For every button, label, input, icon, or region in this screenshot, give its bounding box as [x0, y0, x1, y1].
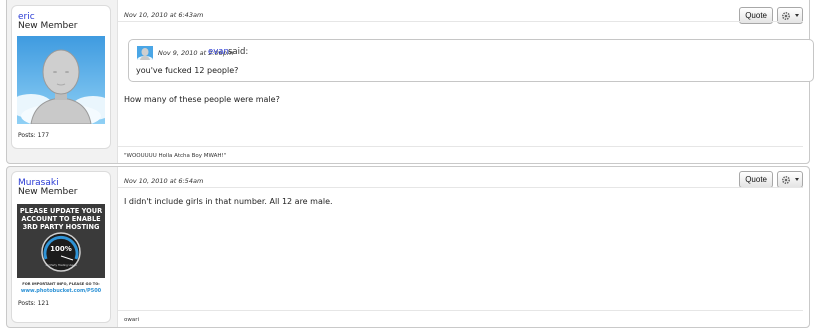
banner-line-3: 3RD PARTY HOSTING: [23, 223, 100, 231]
post-options-button[interactable]: [777, 171, 803, 188]
post-date: Nov 10, 2010 at 6:43am: [124, 11, 204, 19]
post-signature: owari: [124, 317, 140, 323]
post-content: Nov 10, 2010 at 6:43am Quote Nov 9, 2010…: [117, 0, 814, 163]
divider: [118, 21, 803, 22]
divider: [118, 187, 803, 188]
banner-line-2: ACCOUNT TO ENABLE: [21, 215, 101, 223]
post-date: Nov 10, 2010 at 6:54am: [124, 177, 204, 185]
user-info: eric New Member Posts: 177: [11, 5, 111, 149]
quote-avatar-icon: [137, 46, 153, 60]
post-message: I didn't include girls in that number. A…: [124, 197, 333, 206]
post-content: Nov 10, 2010 at 6:54am Quote I didn't in…: [117, 167, 809, 327]
default-avatar-icon[interactable]: [17, 36, 105, 124]
post-count: Posts: 177: [18, 132, 50, 139]
user-info: Murasaki New Member PLEASE UPDATE YOUR A…: [11, 171, 111, 323]
caret-down-icon: [795, 178, 799, 181]
post-1: eric New Member Posts: 177 Nov 10, 2010 …: [6, 0, 814, 164]
gear-icon: [781, 175, 791, 185]
gear-icon: [781, 11, 791, 21]
signature-divider: [118, 310, 803, 311]
gauge-value: 100%: [50, 245, 72, 253]
gauge-caption: 3rd Party Hosting Usage: [45, 263, 77, 267]
banner-footer-2: www.photobucket.com/P500: [21, 288, 102, 294]
banner-footer-1: FOR IMPORTANT INFO, PLEASE GO TO:: [22, 282, 100, 286]
quote-text: you've fucked 12 people?: [136, 66, 239, 75]
quote-button[interactable]: Quote: [739, 171, 773, 188]
quote-box: Nov 9, 2010 at 2:06pm evan said: you've …: [128, 39, 814, 82]
signature-divider: [118, 146, 803, 147]
quote-user-link[interactable]: evan: [208, 47, 229, 57]
user-title: New Member: [18, 21, 78, 31]
post-message: How many of these people were male?: [124, 95, 280, 104]
post-count: Posts: 121: [18, 300, 50, 307]
post-signature: "WOOUUUU Holla Atcha Boy MWAH!": [124, 153, 227, 159]
banner-line-1: PLEASE UPDATE YOUR: [20, 207, 102, 215]
caret-down-icon: [795, 14, 799, 17]
post-2: Murasaki New Member PLEASE UPDATE YOUR A…: [6, 166, 810, 328]
photobucket-placeholder-image[interactable]: PLEASE UPDATE YOUR ACCOUNT TO ENABLE 3RD…: [17, 202, 105, 294]
quote-said-label: said:: [228, 47, 249, 57]
user-title: New Member: [18, 187, 78, 197]
